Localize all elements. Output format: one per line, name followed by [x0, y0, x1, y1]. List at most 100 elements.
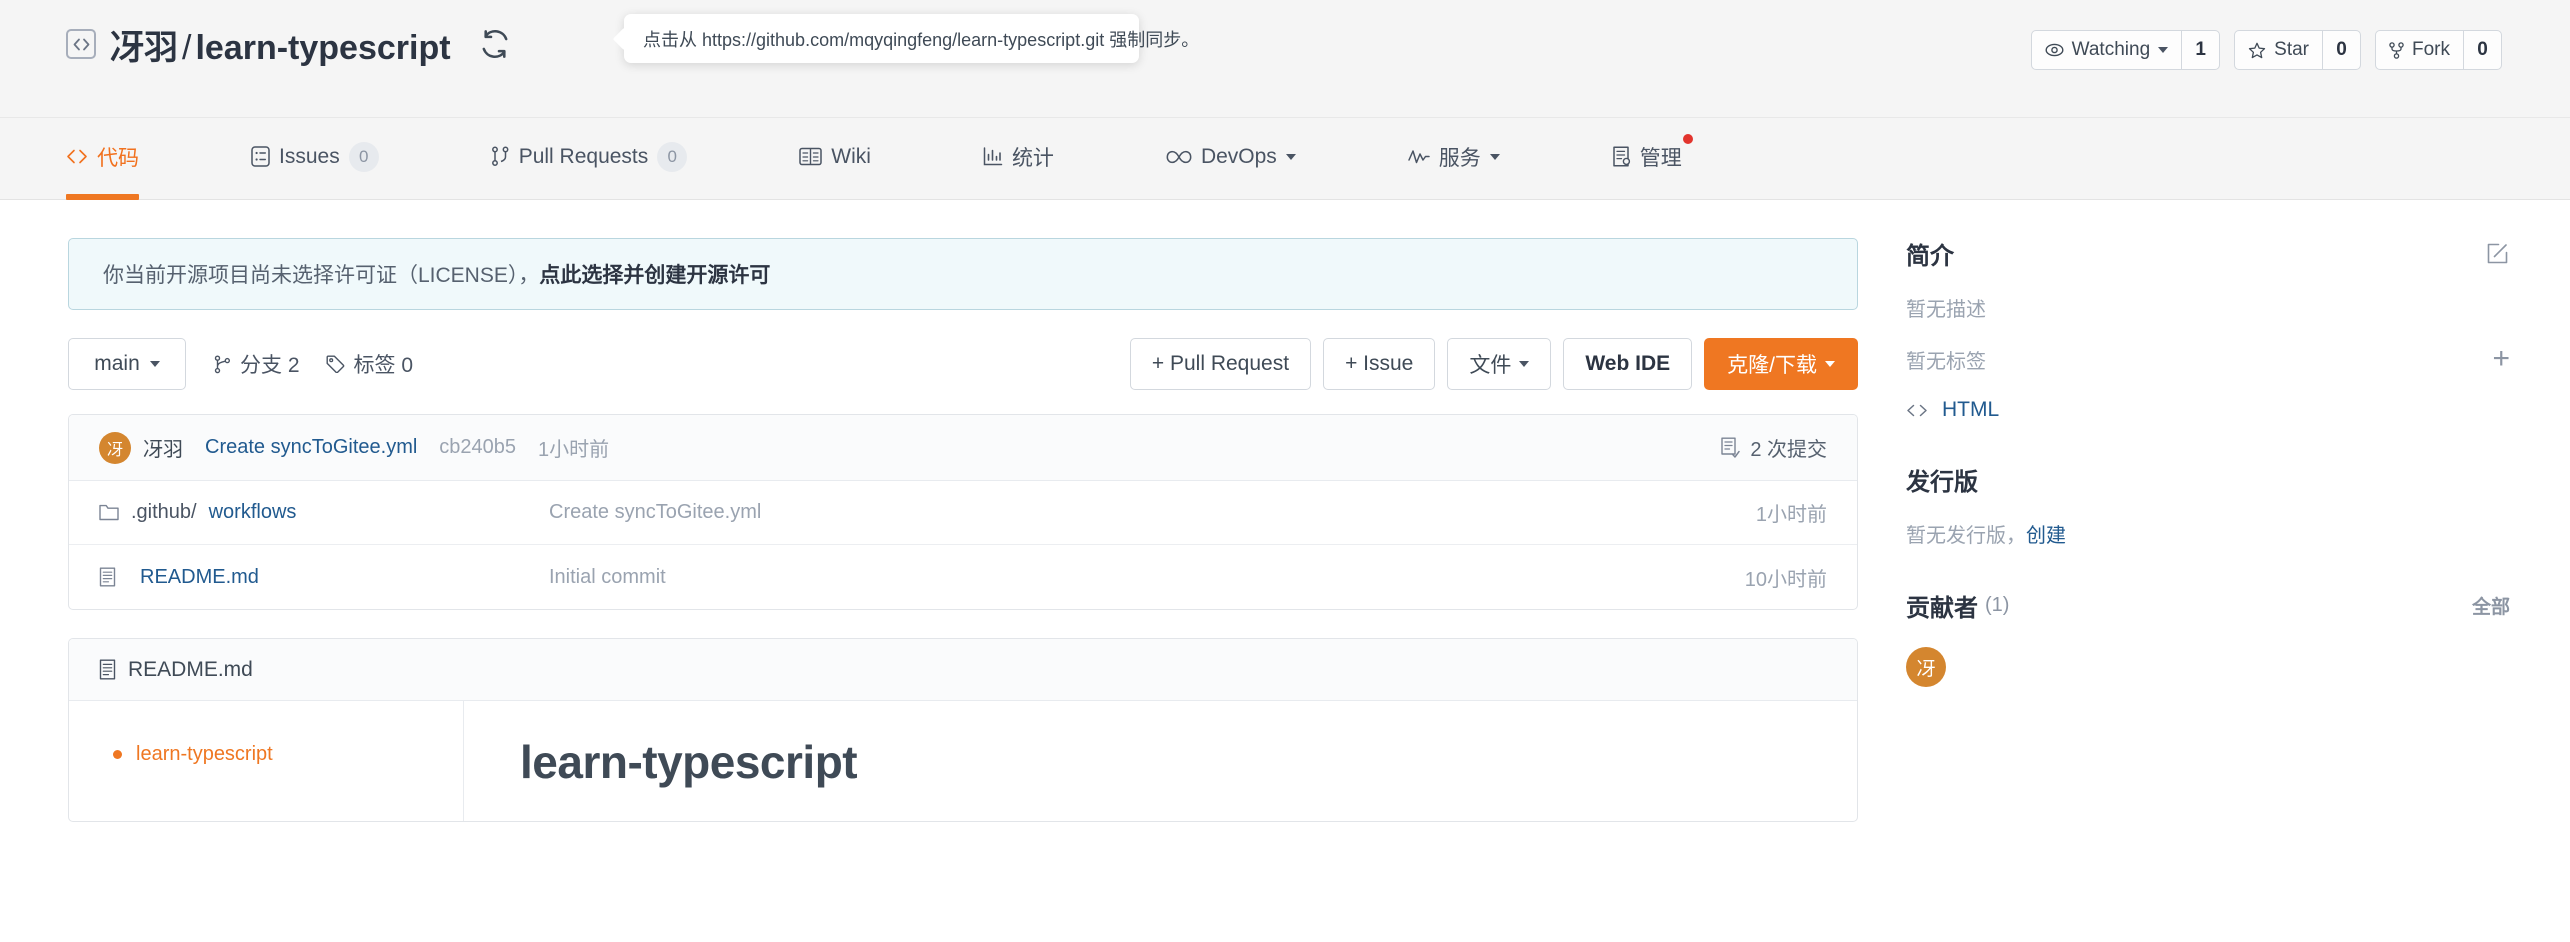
tab-active-underline: [66, 194, 139, 200]
fork-button[interactable]: Fork: [2376, 31, 2463, 69]
contributors-title-row: 贡献者 (1) 全部: [1906, 588, 2510, 623]
avatar[interactable]: 冴: [1906, 647, 1946, 687]
releases-title: 发行版: [1906, 469, 1978, 496]
tab-manage-label: 管理: [1639, 146, 1682, 170]
watch-button-group[interactable]: Watching 1: [2030, 30, 2221, 70]
contributors-count: (1): [1985, 594, 2010, 616]
tag-icon: [326, 355, 345, 373]
commit-author[interactable]: 冴羽: [143, 433, 183, 462]
chevron-down-icon: [1285, 153, 1296, 160]
contributors-all-link[interactable]: 全部: [2472, 592, 2510, 619]
commit-time: 1小时前: [538, 439, 610, 461]
toc-item-label: learn-typescript: [136, 743, 273, 765]
watch-count[interactable]: 1: [2181, 31, 2219, 69]
new-pull-request-button[interactable]: + Pull Request: [1129, 338, 1312, 390]
chart-icon: [983, 147, 1003, 166]
folder-link[interactable]: workflows: [209, 501, 297, 524]
about-language-row[interactable]: HTML: [1906, 398, 2510, 422]
star-button-group[interactable]: Star 0: [2234, 30, 2361, 70]
tab-wiki[interactable]: Wiki: [799, 118, 871, 199]
clone-download-button[interactable]: 克隆/下载: [1704, 338, 1858, 390]
file-commit-message[interactable]: Create syncToGitee.yml: [499, 501, 1756, 524]
tab-manage[interactable]: 管理: [1612, 118, 1693, 199]
file-icon: [99, 659, 116, 680]
file-commit-message[interactable]: Initial commit: [499, 566, 1745, 589]
tab-services[interactable]: 服务: [1408, 118, 1500, 199]
chevron-down-icon: [149, 361, 160, 367]
avatar[interactable]: 冴: [99, 431, 131, 464]
tab-stats[interactable]: 统计: [983, 118, 1054, 199]
latest-commit-bar: 冴 冴羽 Create syncToGitee.yml cb240b5 1小时前…: [69, 415, 1857, 481]
edit-square-icon[interactable]: [2485, 241, 2510, 266]
branches-link[interactable]: 分支 2: [214, 349, 300, 379]
readme-header: README.md: [69, 639, 1857, 701]
about-section: 简介 暂无描述 暂无标签 + HTML: [1906, 236, 2510, 422]
tab-devops[interactable]: DevOps: [1166, 118, 1296, 199]
repo-sidebar: 简介 暂无描述 暂无标签 + HTML 发行版 暂无发行版， 创建 贡献者 (1…: [1860, 200, 2570, 942]
license-banner-link[interactable]: 点此选择并创建开源许可: [539, 259, 770, 289]
commit-sha[interactable]: cb240b5: [439, 436, 516, 459]
repo-title: 冴羽 / learn-typescript: [66, 20, 515, 69]
fork-count[interactable]: 0: [2463, 31, 2501, 69]
tab-code-label: 代码: [97, 146, 139, 170]
sync-icon[interactable]: [475, 24, 515, 64]
file-name-cell: README.md: [99, 566, 499, 589]
branch-selector-label: main: [94, 352, 140, 375]
tab-stats-label: 统计: [1011, 146, 1054, 170]
create-release-link[interactable]: 创建: [2026, 519, 2066, 548]
readme-body: learn-typescript learn-typescript: [69, 701, 1857, 821]
tab-wiki-label: Wiki: [831, 144, 871, 168]
commits-count-link[interactable]: 2 次提交: [1720, 433, 1827, 462]
tags-label: 标签 0: [353, 354, 414, 377]
tab-issues[interactable]: Issues 0: [251, 118, 379, 199]
eye-icon: [2045, 43, 2064, 57]
tab-code[interactable]: 代码: [66, 118, 139, 200]
contributors-section: 贡献者 (1) 全部 冴: [1906, 588, 2510, 687]
chevron-down-icon: [1825, 361, 1835, 367]
code-icon: [1906, 404, 1928, 417]
toc-item[interactable]: learn-typescript: [113, 743, 463, 766]
repo-toolbar: main 分支 2 标签 0 + Pull Request + Issue 文件…: [68, 338, 1858, 390]
repo-full-name[interactable]: 冴羽 / learn-typescript: [110, 20, 451, 69]
files-menu-button[interactable]: 文件: [1447, 338, 1552, 390]
about-title: 简介: [1906, 243, 1954, 270]
sync-tooltip: 点击从 https://github.com/mqyqingfeng/learn…: [624, 14, 1199, 63]
toolbar-actions: + Pull Request + Issue 文件 Web IDE 克隆/下载: [1129, 338, 1858, 390]
tags-link[interactable]: 标签 0: [326, 349, 414, 379]
repo-owner[interactable]: 冴羽: [110, 29, 178, 67]
code-square-icon: [66, 29, 96, 59]
table-row[interactable]: .github/workflows Create syncToGitee.yml…: [69, 481, 1857, 545]
branch-selector[interactable]: main: [68, 338, 186, 390]
branches-label: 分支 2: [240, 354, 300, 377]
table-row[interactable]: README.md Initial commit 10小时前: [69, 545, 1857, 609]
contributors-avatars: 冴: [1906, 647, 2510, 687]
repo-short-name[interactable]: learn-typescript: [195, 29, 450, 67]
about-tags-empty: 暂无标签: [1906, 350, 1986, 373]
web-ide-button[interactable]: Web IDE: [1563, 338, 1693, 390]
new-issue-button[interactable]: + Issue: [1323, 338, 1436, 390]
file-time: 10小时前: [1744, 568, 1827, 591]
header-actions: Watching 1 Star 0 Fork 0: [2030, 30, 2502, 70]
clone-download-label: 克隆/下载: [1727, 354, 1817, 377]
folder-path-prefix: .github/: [131, 501, 197, 523]
bullet-icon: [113, 750, 122, 759]
license-banner: 你当前开源项目尚未选择许可证（LICENSE）， 点此选择并创建开源许可: [68, 238, 1858, 310]
star-label: Star: [2274, 39, 2309, 60]
repo-meta-links: 分支 2 标签 0: [214, 349, 413, 379]
repo-nav: 代码 Issues 0 Pull Requests 0 Wiki 统计 DevO…: [0, 118, 2570, 200]
branch-icon: [214, 355, 231, 374]
commit-message[interactable]: Create syncToGitee.yml: [205, 436, 417, 459]
tab-pull-requests[interactable]: Pull Requests 0: [491, 118, 688, 199]
star-count[interactable]: 0: [2322, 31, 2360, 69]
about-title-row: 简介: [1906, 236, 2510, 271]
plus-icon[interactable]: +: [2492, 344, 2510, 374]
issue-icon: [251, 146, 270, 167]
star-button[interactable]: Star: [2235, 31, 2322, 69]
fork-label: Fork: [2412, 39, 2450, 60]
readme-heading: learn-typescript: [520, 736, 858, 788]
file-browser-panel: 冴 冴羽 Create syncToGitee.yml cb240b5 1小时前…: [68, 414, 1858, 610]
watch-button[interactable]: Watching: [2032, 31, 2182, 69]
about-language[interactable]: HTML: [1942, 398, 1999, 422]
file-link[interactable]: README.md: [140, 566, 259, 589]
fork-button-group[interactable]: Fork 0: [2375, 30, 2502, 70]
